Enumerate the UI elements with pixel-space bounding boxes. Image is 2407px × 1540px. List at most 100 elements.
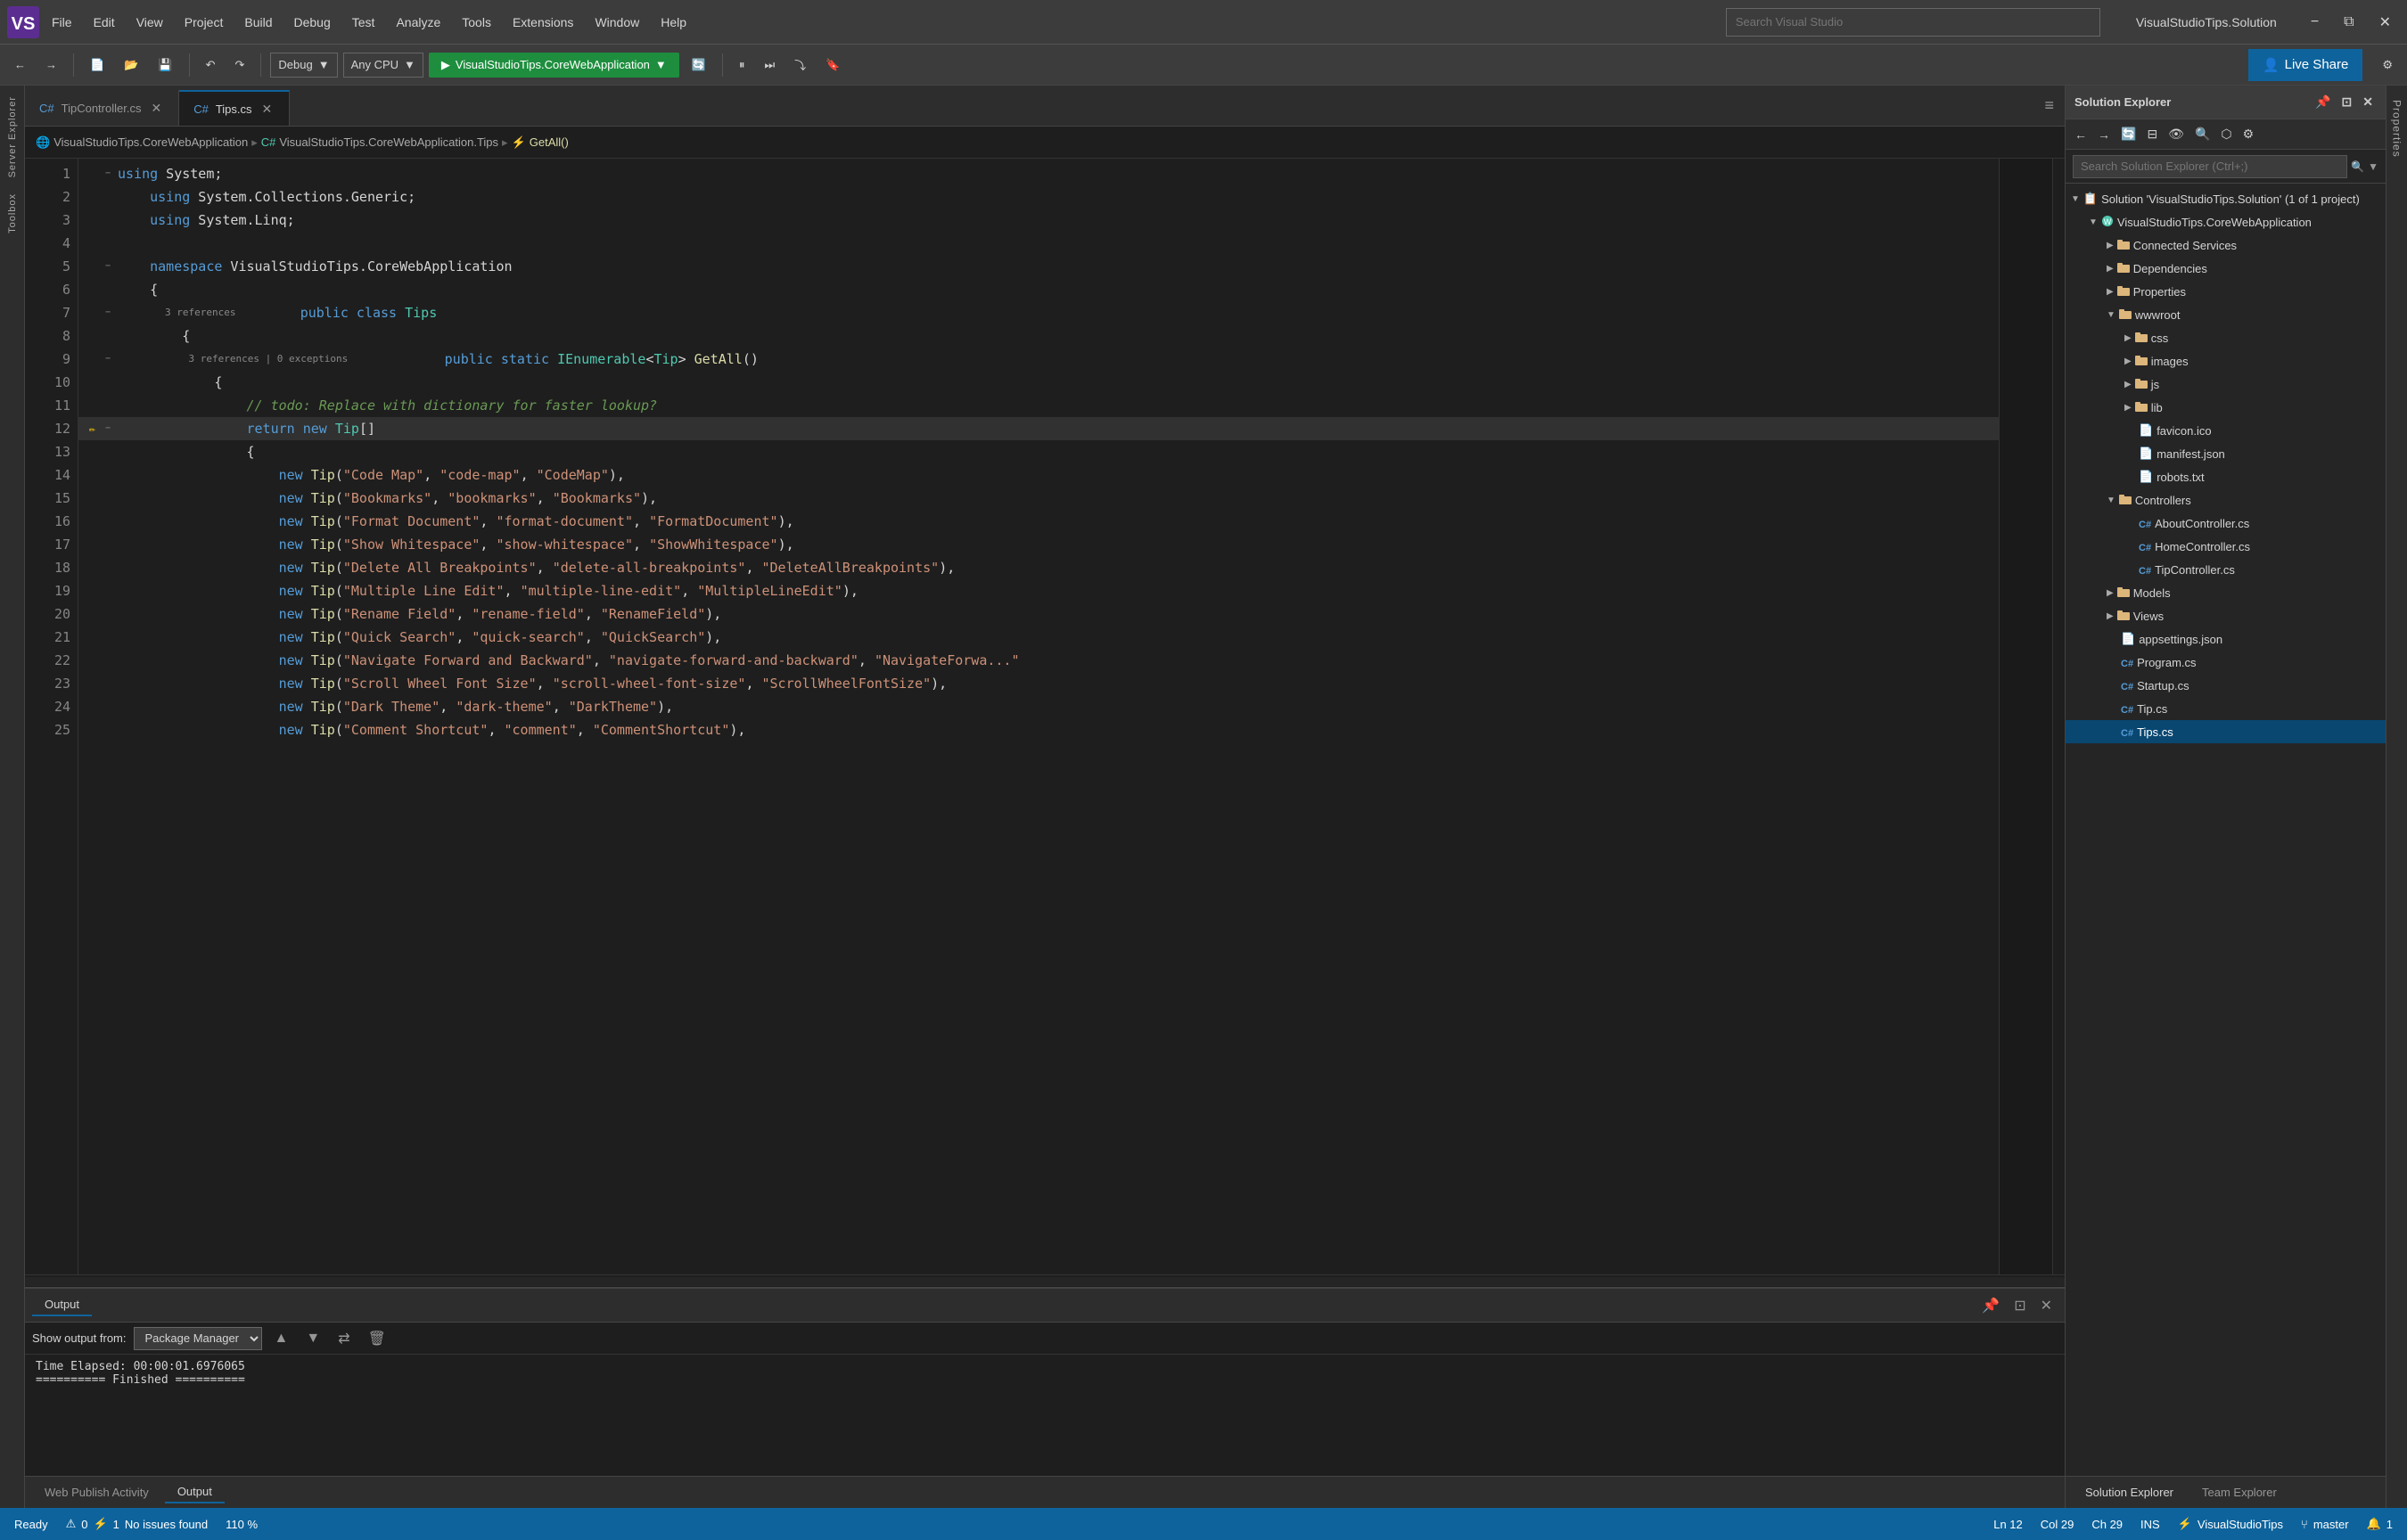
se-settings-btn[interactable]: ⚙ (2239, 125, 2258, 143)
code-line-23[interactable]: new Tip("Scroll Wheel Font Size", "scrol… (78, 672, 1999, 695)
output-tab[interactable]: Output (32, 1294, 92, 1316)
code-line-16[interactable]: new Tip("Format Document", "format-docum… (78, 510, 1999, 533)
status-zoom[interactable]: 110 % (226, 1518, 258, 1531)
se-tab-solution-explorer[interactable]: Solution Explorer (2073, 1482, 2186, 1503)
code-line-8[interactable]: { (78, 324, 1999, 348)
se-search-input[interactable] (2073, 155, 2347, 178)
toolbar-undo[interactable]: ↶ (199, 55, 223, 75)
code-line-14[interactable]: new Tip("Code Map", "code-map", "CodeMap… (78, 463, 1999, 487)
vertical-scrollbar[interactable] (2052, 159, 2065, 1274)
se-item-lib[interactable]: ▶lib (2066, 396, 2386, 419)
breadcrumb-part-1[interactable]: VisualStudioTips.CoreWebApplication.Tips (279, 135, 498, 149)
code-line-4[interactable] (78, 232, 1999, 255)
collapse-btn-9[interactable]: − (105, 348, 118, 371)
code-line-1[interactable]: −using System; (78, 162, 1999, 185)
menu-help[interactable]: Help (652, 12, 695, 33)
output-scroll-down[interactable]: ▼ (300, 1329, 325, 1348)
status-col[interactable]: Col 29 (2041, 1517, 2074, 1531)
se-item-robots-txt[interactable]: 📄robots.txt (2066, 465, 2386, 488)
horizontal-scrollbar[interactable] (25, 1274, 2065, 1287)
se-item-tipcontroller-cs[interactable]: C#TipController.cs (2066, 558, 2386, 581)
restore-button[interactable]: ⧉ (2335, 11, 2362, 34)
collapse-btn-5[interactable]: − (105, 255, 118, 278)
output-bottom-tab[interactable]: Output (165, 1481, 225, 1503)
menu-view[interactable]: View (127, 12, 172, 33)
collapse-btn-7[interactable]: − (105, 301, 118, 324)
code-line-17[interactable]: new Tip("Show Whitespace", "show-whitesp… (78, 533, 1999, 556)
se-item-dependencies[interactable]: ▶Dependencies (2066, 257, 2386, 280)
se-tab-team-explorer[interactable]: Team Explorer (2189, 1482, 2289, 1503)
platform-dropdown[interactable]: Any CPU ▼ (343, 53, 423, 78)
toolbar-redo[interactable]: ↷ (227, 55, 251, 75)
se-item-tips-cs[interactable]: C#Tips.cs (2066, 720, 2386, 743)
code-line-10[interactable]: { (78, 371, 1999, 394)
menu-extensions[interactable]: Extensions (504, 12, 582, 33)
se-refresh-btn[interactable]: 🔄 (2117, 125, 2140, 143)
menu-search-input[interactable] (1726, 8, 2100, 37)
code-line-13[interactable]: { (78, 440, 1999, 463)
se-item-solution--visualstudiotips-solution---1-of-1-project-[interactable]: ▼📋Solution 'VisualStudioTips.Solution' (… (2066, 187, 2386, 210)
panel-float-button[interactable]: ⊡ (2009, 1295, 2031, 1316)
status-ready[interactable]: Ready (14, 1518, 48, 1531)
code-line-19[interactable]: new Tip("Multiple Line Edit", "multiple-… (78, 579, 1999, 602)
code-content[interactable]: −using System; using System.Collections.… (78, 159, 1999, 1274)
code-line-22[interactable]: new Tip("Navigate Forward and Backward",… (78, 649, 1999, 672)
menu-project[interactable]: Project (176, 12, 233, 33)
properties-strip[interactable]: Properties (2389, 93, 2405, 165)
se-item-startup-cs[interactable]: C#Startup.cs (2066, 674, 2386, 697)
toolbar-save[interactable]: 💾 (151, 55, 179, 75)
toolbar-breakpoint[interactable]: ⏸ (732, 55, 752, 75)
tab-tipcontroller-close[interactable]: ✕ (148, 100, 164, 117)
se-filter-btn[interactable]: 🔍 (2191, 125, 2214, 143)
code-line-11[interactable]: // todo: Replace with dictionary for fas… (78, 394, 1999, 417)
breadcrumb-part-2[interactable]: GetAll() (530, 135, 569, 149)
se-item-controllers[interactable]: ▼Controllers (2066, 488, 2386, 512)
se-item-favicon-ico[interactable]: 📄favicon.ico (2066, 419, 2386, 442)
se-pin-button[interactable]: 📌 (2312, 93, 2334, 111)
se-close-button[interactable]: ✕ (2359, 93, 2377, 111)
se-item-manifest-json[interactable]: 📄manifest.json (2066, 442, 2386, 465)
panel-pin-button[interactable]: 📌 (1976, 1295, 2005, 1316)
panel-close-button[interactable]: ✕ (2035, 1295, 2058, 1316)
toolbar-forward[interactable]: → (38, 55, 64, 74)
se-item-program-cs[interactable]: C#Program.cs (2066, 651, 2386, 674)
toolbar-step-in[interactable]: ⤵ (787, 53, 813, 76)
code-line-21[interactable]: new Tip("Quick Search", "quick-search", … (78, 626, 1999, 649)
tab-tips-close[interactable]: ✕ (259, 101, 275, 118)
status-branch[interactable]: ⑂ master (2301, 1517, 2349, 1531)
output-wrap-lines[interactable]: ⇄ (333, 1328, 355, 1349)
tab-more-button[interactable]: ≡ (2033, 96, 2065, 115)
se-item-visualstudiotips-corewebapplication[interactable]: ▼WVisualStudioTips.CoreWebApplication (2066, 210, 2386, 233)
se-item-wwwroot[interactable]: ▼wwwroot (2066, 303, 2386, 326)
se-item-tip-cs[interactable]: C#Tip.cs (2066, 697, 2386, 720)
code-line-15[interactable]: new Tip("Bookmarks", "bookmarks", "Bookm… (78, 487, 1999, 510)
output-clear[interactable]: 🗑 (363, 1328, 391, 1349)
live-share-button[interactable]: 👤 Live Share (2248, 49, 2362, 81)
status-ch[interactable]: Ch 29 (2091, 1517, 2123, 1531)
menu-test[interactable]: Test (343, 12, 384, 33)
code-line-2[interactable]: using System.Collections.Generic; (78, 185, 1999, 209)
se-item-aboutcontroller-cs[interactable]: C#AboutController.cs (2066, 512, 2386, 535)
toolbar-step-over[interactable]: ⏭ (757, 55, 782, 75)
tab-tips[interactable]: C# Tips.cs ✕ (179, 90, 290, 126)
se-maximize-button[interactable]: ⊡ (2338, 93, 2356, 111)
debug-config-dropdown[interactable]: Debug ▼ (270, 53, 337, 78)
menu-analyze[interactable]: Analyze (387, 12, 449, 33)
se-collapse-btn[interactable]: ⊟ (2143, 125, 2161, 143)
code-line-7[interactable]: − 3 references public class Tips (78, 301, 1999, 324)
code-line-9[interactable]: − 3 references | 0 exceptions public sta… (78, 348, 1999, 371)
code-line-12[interactable]: ✏− return new Tip[] (78, 417, 1999, 440)
menu-tools[interactable]: Tools (453, 12, 500, 33)
code-line-25[interactable]: new Tip("Comment Shortcut", "comment", "… (78, 718, 1999, 741)
se-forward-btn[interactable]: → (2094, 126, 2114, 143)
se-back-btn[interactable]: ← (2071, 126, 2091, 143)
se-item-views[interactable]: ▶Views (2066, 604, 2386, 627)
se-item-homecontroller-cs[interactable]: C#HomeController.cs (2066, 535, 2386, 558)
menu-debug[interactable]: Debug (285, 12, 340, 33)
output-source-select[interactable]: Package Manager (134, 1327, 262, 1350)
close-button[interactable]: ✕ (2370, 10, 2400, 35)
run-button[interactable]: ▶ VisualStudioTips.CoreWebApplication ▼ (429, 53, 679, 78)
minimize-button[interactable]: − (2302, 11, 2328, 34)
breadcrumb-part-0[interactable]: VisualStudioTips.CoreWebApplication (53, 135, 248, 149)
se-item-css[interactable]: ▶css (2066, 326, 2386, 349)
